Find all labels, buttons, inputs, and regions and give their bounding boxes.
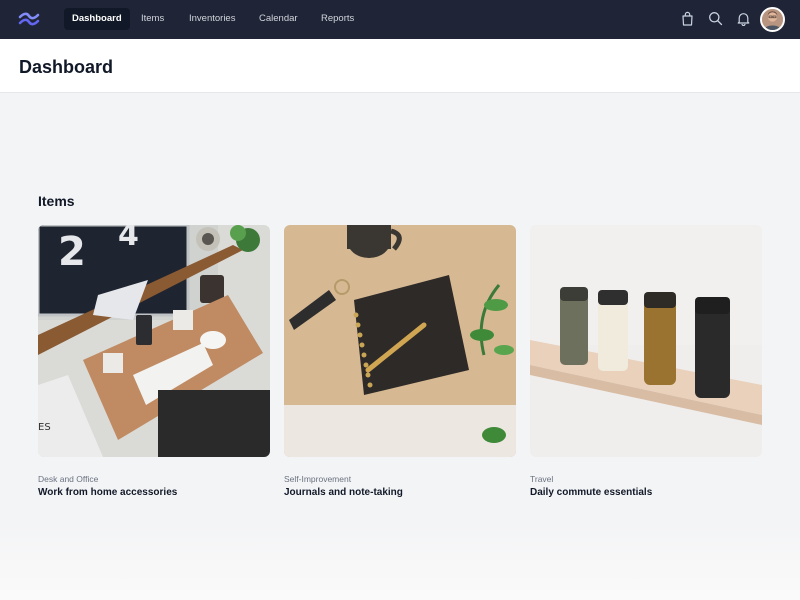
section-title-items: Items (38, 193, 75, 209)
shopping-bag-icon[interactable] (680, 11, 695, 26)
item-card-desk[interactable]: 2 4 ES Desk and Office Work from home ac… (38, 225, 270, 498)
card-title[interactable]: Journals and note-taking (284, 487, 403, 498)
nav-item-inventories[interactable]: Inventories (181, 8, 243, 30)
card-category: Desk and Office (38, 474, 99, 484)
top-navbar: Dashboard Items Inventories Calendar Rep… (0, 0, 800, 39)
nav-item-reports[interactable]: Reports (313, 8, 362, 30)
item-card-travel[interactable]: Travel Daily commute essentials (530, 225, 762, 498)
card-category: Travel (530, 474, 554, 484)
nav-item-calendar[interactable]: Calendar (251, 8, 306, 30)
travel-bottles-image[interactable] (530, 225, 762, 457)
bell-icon[interactable] (736, 11, 751, 26)
journal-image[interactable] (284, 225, 516, 457)
nav-item-items[interactable]: Items (133, 8, 172, 30)
item-card-journal[interactable]: Self-Improvement Journals and note-takin… (284, 225, 516, 498)
page-header: Dashboard (0, 39, 800, 93)
desk-setup-image[interactable]: 2 4 ES (38, 225, 270, 457)
svg-text:ES: ES (38, 422, 51, 433)
svg-text:2: 2 (58, 229, 86, 275)
nav-item-dashboard[interactable]: Dashboard (64, 8, 130, 30)
user-avatar[interactable] (760, 7, 785, 32)
logo-icon[interactable] (18, 10, 40, 28)
card-category: Self-Improvement (284, 474, 352, 484)
search-icon[interactable] (708, 11, 723, 26)
bottom-fade-overlay (0, 525, 800, 600)
svg-text:4: 4 (118, 225, 139, 253)
card-title[interactable]: Work from home accessories (38, 487, 177, 498)
page-title: Dashboard (19, 57, 114, 77)
card-title[interactable]: Daily commute essentials (530, 487, 652, 498)
